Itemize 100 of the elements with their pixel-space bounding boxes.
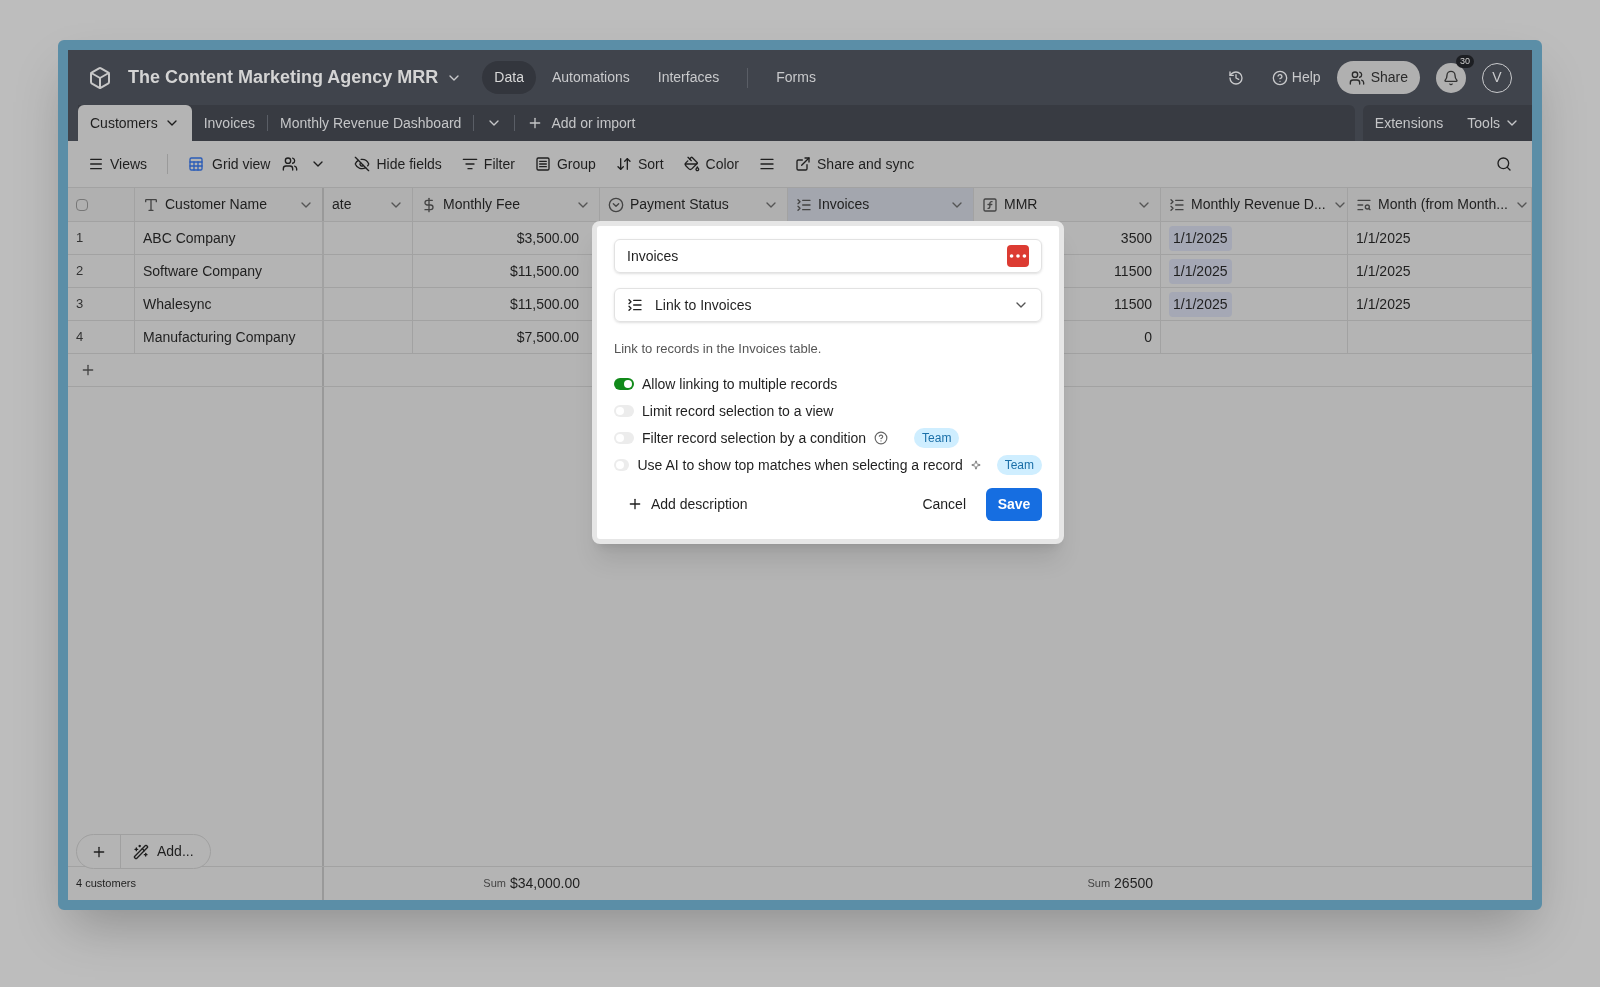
paint-bucket-icon [683,156,700,172]
summary-label: Sum [483,876,506,891]
group-icon [534,156,551,172]
formula-icon [982,196,998,213]
nav-tab[interactable]: Interfaces [645,61,732,94]
table-cell-text: 11500 [1114,294,1152,314]
help-button[interactable]: Help [1271,67,1321,88]
nav-tab[interactable]: Forms [764,61,828,94]
field-name-input[interactable]: Invoices [614,239,1042,273]
menu-icon [88,156,104,172]
people-icon [1348,69,1365,86]
add-table-button[interactable]: Add or import [515,112,648,134]
table-cell-text: 0 [1144,327,1152,347]
toolbar-button[interactable]: Views [88,153,148,175]
table-cell-text: $11,500.00 [509,261,579,281]
notifications-button[interactable] [1436,62,1466,93]
save-button[interactable]: Save [986,487,1042,521]
plan-badge: Team [996,455,1042,475]
summary-value: $34,000.00 [509,874,580,893]
text-type-icon [143,196,159,213]
table-cell-text: Whalesync [143,294,212,314]
plan-badge: Team [914,428,960,448]
table-cell-text: 1/1/2025 [1356,261,1411,281]
link-field-icon [796,196,812,213]
table-cell-text: 1/1/2025 [1356,294,1411,314]
search-icon[interactable] [1496,156,1512,172]
table-cell-text: $3,500.00 [516,228,579,248]
grid-view-button[interactable]: Grid view [188,153,327,175]
help-icon[interactable] [874,431,889,445]
add-description-button[interactable]: Add description [627,493,748,515]
table-cell-text: Manufacturing Company [143,327,296,347]
circle-chevron-icon [608,196,624,213]
table-cell-text: $11,500.00 [509,294,579,314]
nav-tab[interactable]: Automations [539,61,642,94]
dollar-icon [421,196,437,213]
table-tab[interactable]: Invoices [191,105,268,141]
toolbar-button[interactable]: Share and sync [795,153,915,175]
table-cell-text: ABC Company [143,228,236,248]
row-number: 1 [76,229,84,248]
table-cell-text: $7,500.00 [516,327,579,347]
column-header[interactable]: Customer Name [135,188,324,221]
toggle-switch[interactable] [614,378,634,390]
people-icon [282,156,299,172]
column-header[interactable]: Invoices [788,188,974,221]
cancel-button[interactable]: Cancel [922,493,966,515]
table-tab[interactable]: Customers [78,105,192,141]
link-field-icon [1169,196,1185,213]
bell-icon [1443,69,1459,86]
toolbar-button[interactable]: Filter [461,153,515,175]
option-label: Filter record selection by a condition [642,428,867,448]
toolbar-button[interactable]: Color [683,153,740,175]
column-header[interactable]: Monthly Fee [413,188,600,221]
toolbar-button[interactable]: Sort [615,153,664,175]
field-type-description: Link to records in the Invoices table. [614,340,823,358]
toolbar-button[interactable]: Hide fields [354,153,442,175]
more-icon[interactable] [1007,245,1029,267]
summary-value: 26500 [1114,874,1153,893]
sparkle-icon [970,458,981,472]
field-type-select[interactable]: Link to Invoices [614,288,1042,322]
column-header[interactable]: Month (from Month... [1348,188,1532,221]
sort-icon [615,156,632,172]
linked-record-chip[interactable]: 1/1/2025 [1169,225,1232,251]
external-link-icon [795,156,812,172]
column-header[interactable]: ate [324,188,413,221]
add-row-icon[interactable] [80,362,96,378]
extensions-button[interactable]: Extensions [1374,112,1444,134]
link-field-icon [627,297,643,313]
option-label: Allow linking to multiple records [642,374,838,394]
row-height-icon[interactable] [759,156,776,172]
summary-label: Sum [1087,876,1111,891]
record-count: 4 customers [76,876,136,891]
column-header[interactable]: Monthly Revenue D... [1161,188,1348,221]
base-title: The Content Marketing Agency MRR [128,66,439,89]
help-icon [1271,69,1288,86]
logo-icon [88,65,112,90]
grid-icon [188,156,205,172]
table-cell-text: 11500 [1114,261,1152,281]
table-cell-text: Software Company [143,261,263,281]
linked-record-chip[interactable]: 1/1/2025 [1169,291,1232,317]
row-number: 4 [76,328,84,347]
linked-record-chip[interactable]: 1/1/2025 [1169,258,1232,284]
filter-icon [461,156,478,172]
tools-button[interactable]: Tools [1467,112,1520,134]
magic-wand-icon [133,843,149,860]
share-button[interactable]: Share [1336,61,1420,94]
plus-icon [627,496,643,512]
nav-tab[interactable]: Data [482,61,536,94]
eye-off-icon [354,156,371,172]
toolbar-button[interactable]: Group [534,153,596,175]
row-number: 2 [76,262,84,281]
add-with-ai-button[interactable]: Add... [121,841,206,862]
option-label: Use AI to show top matches when selecting a record [637,455,963,475]
table-tab[interactable]: Monthly Revenue Dashboard [268,105,474,141]
select-all-checkbox[interactable] [76,198,88,211]
row-number: 3 [76,295,84,314]
notification-count: 30 [1456,54,1474,68]
table-cell-text: 1/1/2025 [1356,228,1411,248]
history-icon[interactable] [1227,69,1244,86]
table-cell-text: 3500 [1120,228,1152,248]
option-label: Limit record selection to a view [642,401,834,421]
